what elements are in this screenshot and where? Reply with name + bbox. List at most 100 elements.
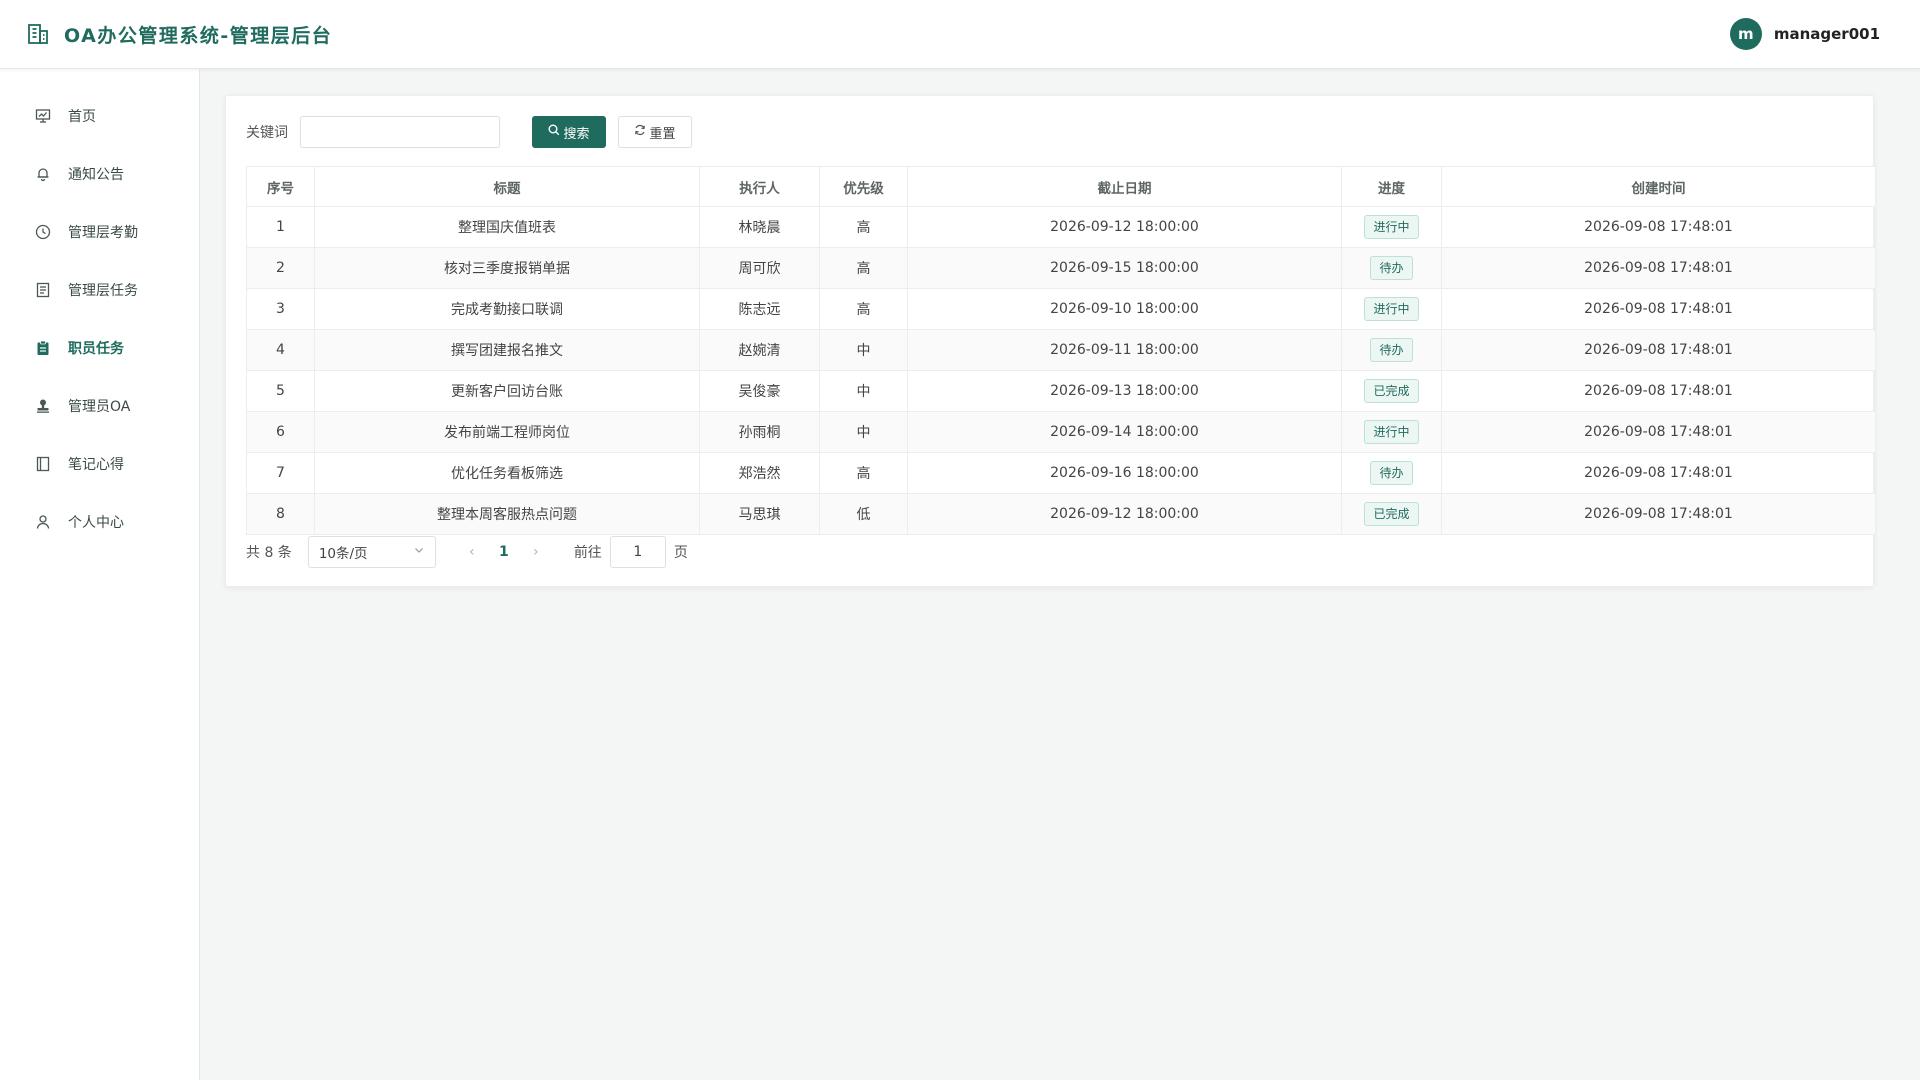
status-badge: 进行中 bbox=[1364, 420, 1419, 444]
username[interactable]: manager001 bbox=[1774, 25, 1880, 43]
goto-page-input[interactable] bbox=[609, 536, 666, 568]
column-header-priority[interactable]: 优先级 bbox=[819, 166, 908, 207]
status-badge: 待办 bbox=[1370, 461, 1413, 485]
cell-priority: 高 bbox=[819, 206, 908, 248]
keyword-input[interactable] bbox=[300, 116, 500, 148]
reset-button[interactable]: 重置 bbox=[618, 116, 692, 148]
clipboard-icon bbox=[34, 339, 52, 357]
presentation-icon bbox=[34, 107, 52, 125]
sidebar-item-label: 首页 bbox=[68, 109, 96, 125]
status-badge: 进行中 bbox=[1364, 297, 1419, 321]
search-button[interactable]: 搜索 bbox=[532, 116, 606, 148]
avatar[interactable]: m bbox=[1729, 18, 1762, 50]
cell-title: 发布前端工程师岗位 bbox=[314, 411, 700, 453]
status-badge: 已完成 bbox=[1364, 379, 1419, 403]
sidebar-item-notes[interactable]: 笔记心得 bbox=[0, 435, 199, 493]
cell-title: 完成考勤接口联调 bbox=[314, 288, 700, 330]
user-menu[interactable]: m manager001 bbox=[1729, 18, 1880, 50]
search-icon bbox=[548, 124, 560, 140]
bell-icon bbox=[34, 165, 52, 183]
search-button-label: 搜索 bbox=[563, 126, 590, 142]
next-page-button[interactable]: › bbox=[520, 544, 552, 560]
status-badge: 待办 bbox=[1370, 338, 1413, 362]
cell-index: 1 bbox=[246, 206, 315, 248]
app-title: OA办公管理系统-管理层后台 bbox=[64, 24, 333, 47]
cell-created: 2026-09-08 17:48:01 bbox=[1441, 329, 1876, 371]
cell-priority: 高 bbox=[819, 247, 908, 289]
table-row[interactable]: 2 核对三季度报销单据 周可欣 高 2026-09-15 18:00:00 待办… bbox=[246, 247, 1876, 289]
task-table: 序号 标题 执行人 优先级 截止日期 进度 创建时间 1 整理国庆值班表 林晓晨… bbox=[246, 166, 1876, 535]
cell-status: 待办 bbox=[1341, 247, 1442, 289]
sidebar-item-label: 笔记心得 bbox=[68, 457, 124, 473]
cell-created: 2026-09-08 17:48:01 bbox=[1441, 493, 1876, 535]
status-badge: 已完成 bbox=[1364, 502, 1419, 526]
pagination-total: 共 8 条 bbox=[246, 545, 292, 561]
pagination: 共 8 条 10条/页 ‹ 1 › 前往 页 bbox=[246, 536, 1853, 568]
cell-title: 撰写团建报名推文 bbox=[314, 329, 700, 371]
chevron-down-icon bbox=[413, 544, 425, 560]
cell-title: 优化任务看板筛选 bbox=[314, 452, 700, 494]
sidebar-item-admin-oa[interactable]: 管理员OA bbox=[0, 377, 199, 435]
cell-assignee: 周可欣 bbox=[699, 247, 820, 289]
top-header: OA办公管理系统-管理层后台 m manager001 bbox=[0, 0, 1920, 69]
cell-index: 2 bbox=[246, 247, 315, 289]
column-header-title[interactable]: 标题 bbox=[314, 166, 700, 207]
cell-priority: 低 bbox=[819, 493, 908, 535]
table-row[interactable]: 3 完成考勤接口联调 陈志远 高 2026-09-10 18:00:00 进行中… bbox=[246, 288, 1876, 330]
cell-index: 6 bbox=[246, 411, 315, 453]
cell-status: 已完成 bbox=[1341, 493, 1442, 535]
cell-index: 4 bbox=[246, 329, 315, 371]
keyword-label: 关键词 bbox=[246, 125, 288, 141]
sidebar-item-label: 管理员OA bbox=[68, 399, 131, 415]
table-row[interactable]: 6 发布前端工程师岗位 孙雨桐 中 2026-09-14 18:00:00 进行… bbox=[246, 411, 1876, 453]
table-row[interactable]: 5 更新客户回访台账 吴俊豪 中 2026-09-13 18:00:00 已完成… bbox=[246, 370, 1876, 412]
page-size-select[interactable]: 10条/页 bbox=[307, 536, 436, 568]
sidebar-item-attendance[interactable]: 管理层考勤 bbox=[0, 203, 199, 261]
cell-created: 2026-09-08 17:48:01 bbox=[1441, 411, 1876, 453]
cell-index: 7 bbox=[246, 452, 315, 494]
cell-deadline: 2026-09-10 18:00:00 bbox=[907, 288, 1342, 330]
cell-created: 2026-09-08 17:48:01 bbox=[1441, 452, 1876, 494]
cell-deadline: 2026-09-11 18:00:00 bbox=[907, 329, 1342, 371]
cell-assignee: 郑浩然 bbox=[699, 452, 820, 494]
column-header-status[interactable]: 进度 bbox=[1341, 166, 1442, 207]
page-number-current[interactable]: 1 bbox=[488, 544, 520, 560]
sidebar: 首页 通知公告 管理层考勤 管理层任务 职员任务 管理员OA 笔记心得 个人中心 bbox=[0, 69, 200, 1080]
column-header-assignee[interactable]: 执行人 bbox=[699, 166, 820, 207]
cell-created: 2026-09-08 17:48:01 bbox=[1441, 247, 1876, 289]
cell-status: 进行中 bbox=[1341, 288, 1442, 330]
sidebar-item-staff-tasks[interactable]: 职员任务 bbox=[0, 319, 199, 377]
column-header-deadline[interactable]: 截止日期 bbox=[907, 166, 1342, 207]
document-icon bbox=[34, 281, 52, 299]
stamp-icon bbox=[34, 397, 52, 415]
cell-assignee: 赵婉清 bbox=[699, 329, 820, 371]
sidebar-item-notices[interactable]: 通知公告 bbox=[0, 145, 199, 203]
table-row[interactable]: 8 整理本周客服热点问题 马思琪 低 2026-09-12 18:00:00 已… bbox=[246, 493, 1876, 535]
cell-assignee: 马思琪 bbox=[699, 493, 820, 535]
table-row[interactable]: 1 整理国庆值班表 林晓晨 高 2026-09-12 18:00:00 进行中 … bbox=[246, 206, 1876, 248]
chevron-right-icon: › bbox=[533, 544, 539, 560]
column-header-index[interactable]: 序号 bbox=[246, 166, 315, 207]
cell-deadline: 2026-09-15 18:00:00 bbox=[907, 247, 1342, 289]
cell-status: 待办 bbox=[1341, 452, 1442, 494]
brand: OA办公管理系统-管理层后台 bbox=[26, 21, 332, 48]
cell-title: 整理本周客服热点问题 bbox=[314, 493, 700, 535]
cell-status: 已完成 bbox=[1341, 370, 1442, 412]
cell-priority: 中 bbox=[819, 370, 908, 412]
cell-deadline: 2026-09-13 18:00:00 bbox=[907, 370, 1342, 412]
table-header-row: 序号 标题 执行人 优先级 截止日期 进度 创建时间 bbox=[246, 166, 1876, 207]
column-header-created[interactable]: 创建时间 bbox=[1441, 166, 1876, 207]
table-row[interactable]: 7 优化任务看板筛选 郑浩然 高 2026-09-16 18:00:00 待办 … bbox=[246, 452, 1876, 494]
sidebar-item-profile[interactable]: 个人中心 bbox=[0, 493, 199, 551]
notebook-icon bbox=[34, 455, 52, 473]
cell-created: 2026-09-08 17:48:01 bbox=[1441, 206, 1876, 248]
sidebar-item-label: 管理层考勤 bbox=[68, 225, 138, 241]
cell-priority: 中 bbox=[819, 411, 908, 453]
search-bar: 关键词 搜索 重置 bbox=[246, 116, 1853, 148]
sidebar-item-manager-tasks[interactable]: 管理层任务 bbox=[0, 261, 199, 319]
content-card: 关键词 搜索 重置 序号 标题 执行人 优先级 截止日期 进度 创建时间 1 整… bbox=[225, 95, 1876, 587]
prev-page-button[interactable]: ‹ bbox=[456, 544, 488, 560]
cell-deadline: 2026-09-12 18:00:00 bbox=[907, 206, 1342, 248]
sidebar-item-home[interactable]: 首页 bbox=[0, 87, 199, 145]
table-row[interactable]: 4 撰写团建报名推文 赵婉清 中 2026-09-11 18:00:00 待办 … bbox=[246, 329, 1876, 371]
